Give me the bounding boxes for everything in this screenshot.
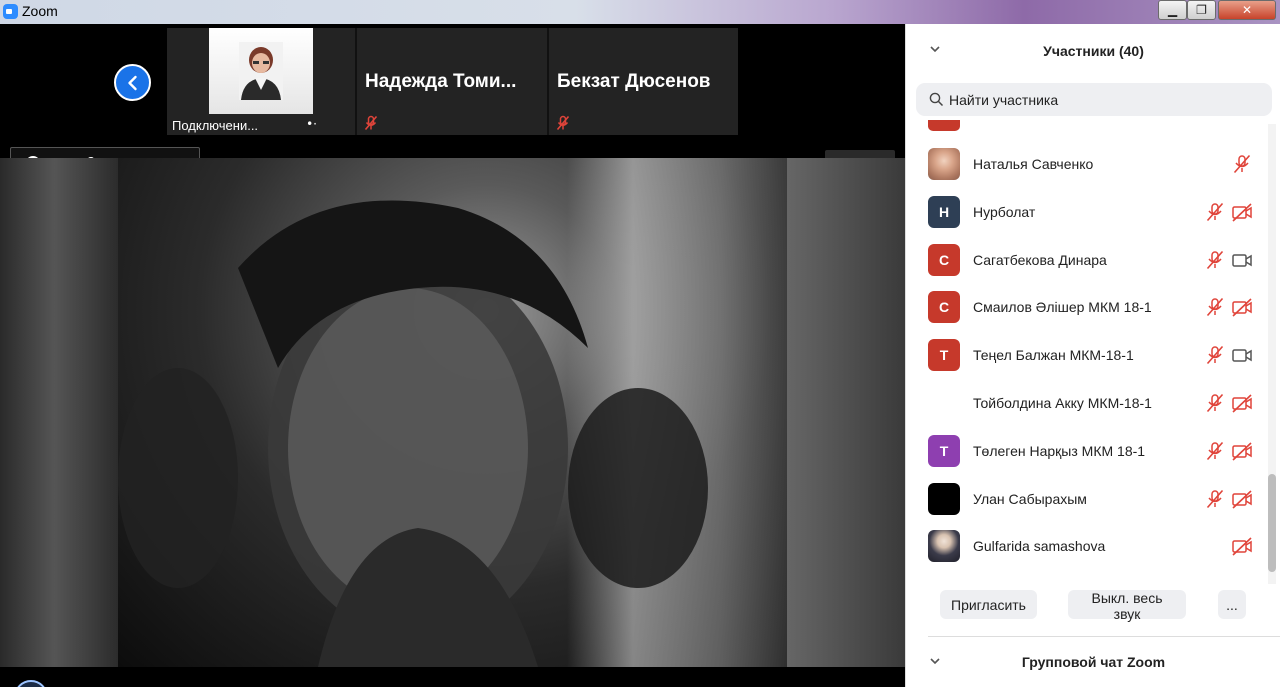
reaction-bubble-icon[interactable] — [14, 680, 48, 687]
avatar — [928, 530, 960, 563]
participant-search[interactable] — [916, 83, 1272, 116]
participants-actions: Пригласить Выкл. весь звук ... — [906, 590, 1280, 622]
thumbnail-label: Подключени... — [172, 118, 259, 133]
mic-muted-icon[interactable] — [1204, 488, 1226, 510]
window-title: Zoom — [22, 3, 58, 19]
participant-row[interactable]: Т Теңел Балжан МКМ-18-1 — [906, 333, 1268, 381]
participant-video — [209, 28, 313, 114]
participant-name: Нурболат — [973, 203, 1036, 220]
camera-off-icon[interactable] — [1231, 488, 1253, 510]
camera-icon[interactable] — [1231, 344, 1253, 366]
mic-muted-icon — [556, 115, 570, 131]
mic-muted-icon[interactable] — [1204, 296, 1226, 318]
participant-row[interactable]: Тойболдина Акку МКМ-18-1 — [906, 381, 1268, 429]
participant-row[interactable]: С Смаилов Әлішер МКМ 18-1 — [906, 285, 1268, 333]
shared-screen-video — [0, 158, 905, 667]
camera-off-icon[interactable] — [1231, 296, 1253, 318]
participant-name: Смаилов Әлішер МКМ 18-1 — [973, 299, 1152, 316]
thumbnail-name: Надежда Томи... — [365, 71, 517, 92]
participant-row[interactable]: Gulfarida samashova — [906, 524, 1268, 572]
participant-name: Сагатбекова Динара — [973, 251, 1107, 268]
zoom-logo-icon — [3, 4, 18, 19]
avatar: С — [928, 243, 960, 276]
mic-muted-icon[interactable] — [1231, 153, 1253, 175]
participant-name: Теңел Балжан МКМ-18-1 — [973, 347, 1134, 364]
participants-list: Наталья Савченко Н Нурболат С Сагатбекова Ди… — [906, 120, 1280, 580]
avatar — [928, 148, 960, 180]
title-bar: Zoom ▁ ❐ ✕ — [0, 0, 1280, 24]
avatar: Н — [928, 195, 960, 228]
participant-row[interactable]: С Сагатбекова Динара — [906, 238, 1268, 286]
camera-off-icon[interactable] — [1231, 535, 1253, 557]
mic-muted-icon[interactable] — [1204, 440, 1226, 462]
scrollbar-thumb[interactable] — [1268, 474, 1276, 572]
thumbnail-name-tile[interactable]: Надежда Томи... — [357, 28, 549, 135]
mic-muted-icon[interactable] — [1204, 392, 1226, 414]
mic-muted-icon[interactable] — [1204, 249, 1226, 271]
maximize-button[interactable]: ❐ — [1187, 0, 1216, 20]
camera-off-icon[interactable] — [1231, 392, 1253, 414]
zoom-window: Zoom ▁ ❐ ✕ Подключени... •· Надежда Томи… — [0, 0, 1280, 687]
participant-row[interactable]: Н Нурболат — [906, 190, 1268, 238]
avatar: Т — [928, 434, 960, 467]
minimize-button[interactable]: ▁ — [1158, 0, 1187, 20]
meeting-area: Подключени... •· Надежда Томи... Бекзат … — [0, 24, 905, 687]
thumbnail-name: Бекзат Дюсенов — [557, 71, 711, 92]
mic-muted-icon[interactable] — [1204, 201, 1226, 223]
participants-scrollbar[interactable] — [1268, 124, 1276, 584]
participant-name: Төлеген Нарқыз МКМ 18-1 — [973, 442, 1146, 459]
chat-title: Групповой чат Zoom — [1021, 654, 1166, 670]
close-button[interactable]: ✕ — [1218, 0, 1276, 20]
avatar: С — [928, 291, 960, 324]
chat-header: Групповой чат Zoom — [906, 646, 1280, 676]
participant-thumbnail-strip: Подключени... •· Надежда Томи... Бекзат … — [167, 28, 738, 135]
search-input[interactable] — [949, 83, 1259, 116]
more-dots-icon[interactable]: •· — [306, 117, 317, 131]
camera-off-icon[interactable] — [1231, 440, 1253, 462]
participant-name: Тойболдина Акку МКМ-18-1 — [973, 395, 1152, 411]
participants-title: Участники (40) — [1043, 43, 1144, 59]
camera-off-icon[interactable] — [1231, 201, 1253, 223]
participant-row[interactable]: Т Төлеген Нарқыз МКМ 18-1 — [906, 429, 1268, 477]
participant-row[interactable]: Наталья Савченко — [906, 142, 1268, 190]
search-icon — [929, 92, 944, 107]
mic-muted-icon — [364, 115, 378, 131]
camera-icon[interactable] — [1231, 249, 1253, 271]
participant-name: Gulfarida samashova — [973, 538, 1106, 555]
participants-panel: Участники (40) Наталья Савченко Н Нурболат… — [905, 24, 1280, 687]
divider — [928, 636, 1280, 637]
participant-name: Улан Сабырахым — [973, 490, 1087, 507]
video-content-image — [118, 200, 708, 667]
participants-header: Участники (40) — [906, 24, 1280, 80]
more-options-button[interactable]: ... — [1218, 590, 1246, 619]
invite-button[interactable]: Пригласить — [940, 590, 1037, 619]
chevron-left-icon — [127, 75, 137, 90]
thumbnail-video[interactable]: Подключени... •· — [167, 28, 357, 135]
participant-photo-icon — [239, 42, 283, 100]
participant-name: Наталья Савченко — [973, 156, 1094, 172]
avatar — [928, 387, 960, 419]
partial-avatar — [928, 120, 960, 131]
avatar: Т — [928, 339, 960, 372]
previous-page-button[interactable] — [114, 64, 151, 101]
mute-all-button[interactable]: Выкл. весь звук — [1068, 590, 1186, 622]
participant-row[interactable]: Улан Сабырахым — [906, 477, 1268, 525]
thumbnail-name-tile[interactable]: Бекзат Дюсенов — [549, 28, 738, 135]
avatar — [928, 482, 960, 515]
mic-muted-icon[interactable] — [1204, 344, 1226, 366]
